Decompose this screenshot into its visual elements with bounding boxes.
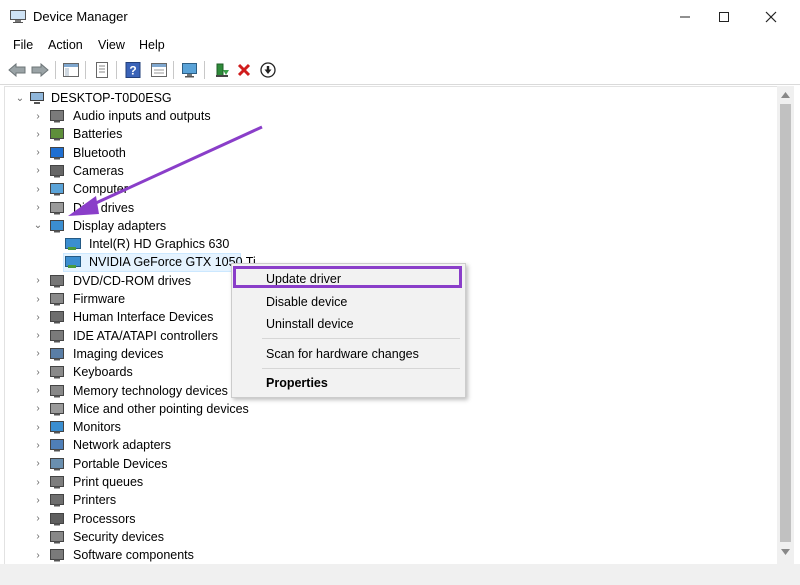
annotation-arrow-head (68, 196, 99, 216)
annotation-arrow-layer (68, 125, 263, 216)
annotation-arrow-shaft (84, 125, 263, 210)
device-manager-window: Device Manager File Action View Help ? ⌄… (0, 0, 800, 585)
